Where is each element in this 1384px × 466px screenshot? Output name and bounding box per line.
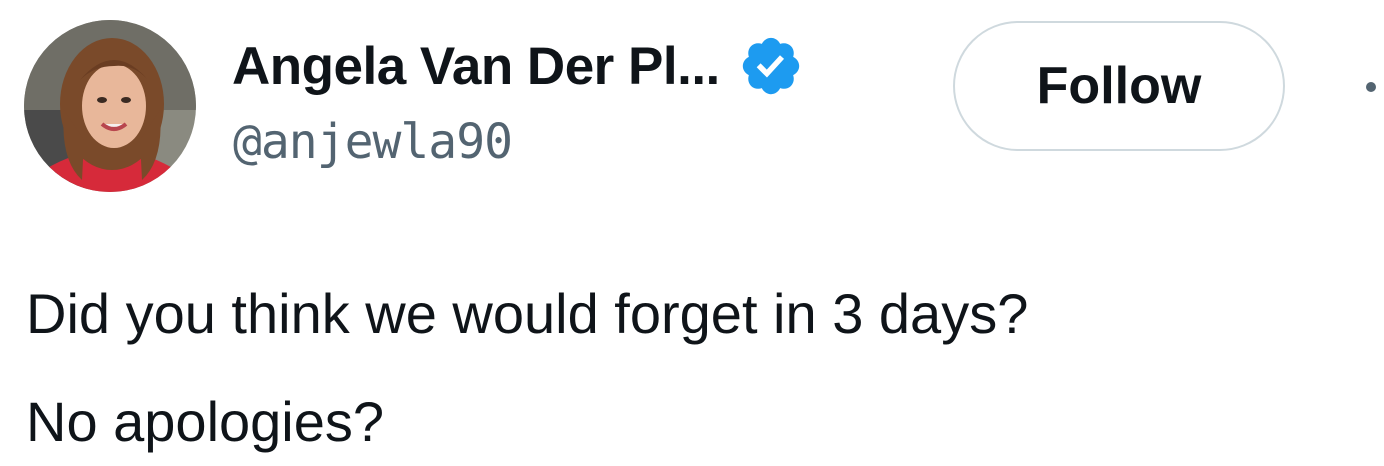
- avatar-image: [24, 20, 196, 192]
- author-display-name[interactable]: Angela Van Der Pl...: [232, 40, 720, 93]
- tweet-text: Did you think we would forget in 3 days?…: [26, 260, 1376, 466]
- author-name-row: Angela Van Der Pl...: [232, 30, 804, 102]
- author-handle[interactable]: @anjewla90: [233, 118, 513, 166]
- tweet-text-line: No apologies?: [26, 390, 385, 453]
- more-options-icon[interactable]: [1366, 82, 1376, 92]
- tweet-card: Angela Van Der Pl... @anjewla90 Follow D…: [0, 0, 1384, 466]
- tweet-text-line: Did you think we would forget in 3 days?: [26, 282, 1029, 345]
- verified-badge-icon: [738, 33, 804, 99]
- avatar[interactable]: [24, 20, 196, 192]
- follow-button[interactable]: Follow: [953, 21, 1285, 151]
